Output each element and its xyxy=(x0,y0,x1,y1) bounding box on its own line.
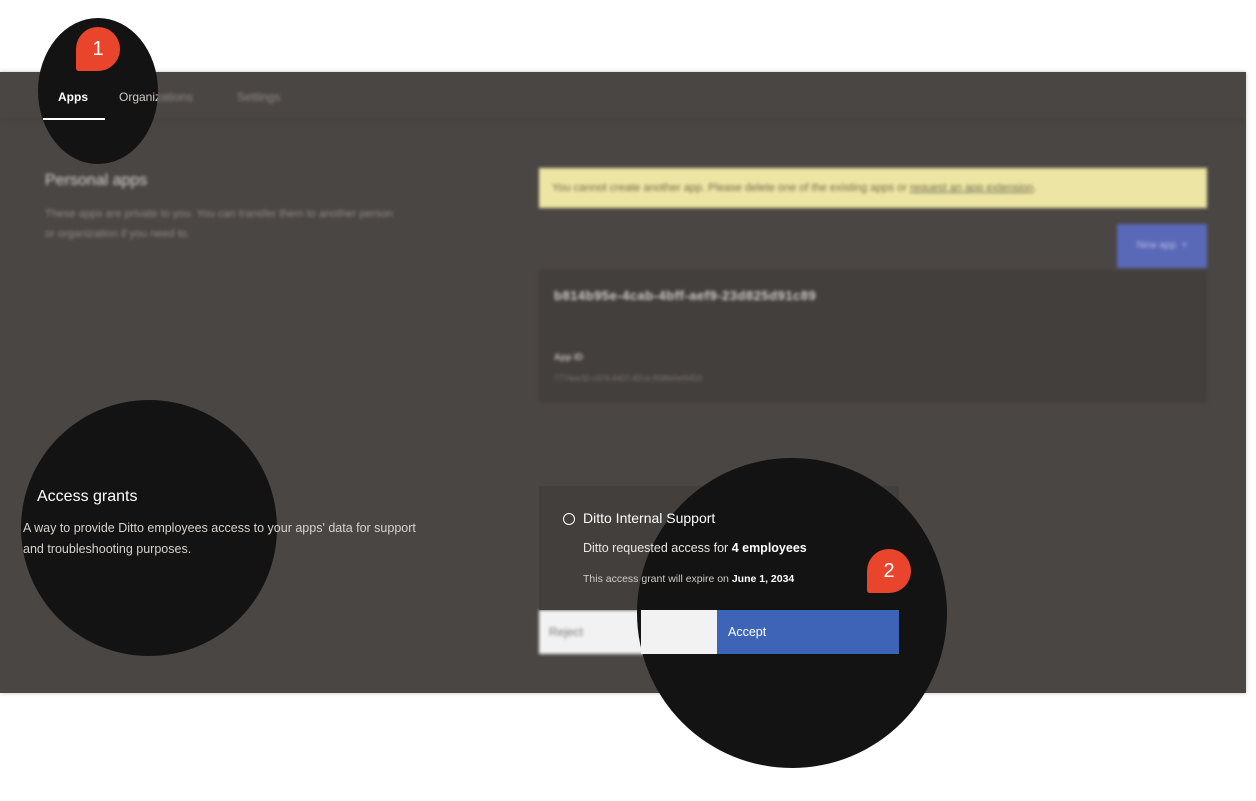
access-grants-title: Access grants xyxy=(37,488,138,505)
app-limit-warning: You cannot create another app. Please de… xyxy=(539,168,1207,208)
grant-requester: Ditto xyxy=(583,541,609,555)
grant-request: Ditto requested access for 4 employees xyxy=(583,541,807,555)
reject-label: Reject xyxy=(549,625,584,639)
app-name: b814b95e-4cab-4bff-aef9-23d825d91c89 xyxy=(554,288,817,303)
request-extension-link[interactable]: request an app extension xyxy=(910,182,1034,194)
tab-organizations-highlight[interactable]: Organizations xyxy=(119,90,158,104)
personal-apps-title: Personal apps xyxy=(45,172,148,189)
personal-apps-description: These apps are private to you. You can t… xyxy=(45,208,393,240)
warning-text: You cannot create another app. Please de… xyxy=(552,182,910,194)
accept-label: Accept xyxy=(728,625,767,639)
plus-icon: + xyxy=(1178,240,1188,251)
grant-request-text: requested access for xyxy=(608,541,732,555)
new-app-label: New app xyxy=(1136,240,1177,251)
warning-suffix: . xyxy=(1033,182,1037,194)
new-app-button[interactable]: New app + xyxy=(1117,224,1207,268)
tab-apps-highlight[interactable]: Apps xyxy=(58,90,88,104)
step-marker-2: 2 xyxy=(867,549,911,593)
grant-expiry-date: June 1, 2034 xyxy=(731,573,795,585)
grant-card-content: Ditto Internal Support Ditto requested a… xyxy=(539,486,899,610)
app-id-label: App ID xyxy=(554,352,583,362)
tab-settings[interactable]: Settings xyxy=(237,90,280,104)
access-grants-description: A way to provide Ditto employees access … xyxy=(23,521,416,556)
accept-button[interactable]: Accept xyxy=(717,610,899,654)
grant-employees: 4 employees xyxy=(731,541,807,555)
grant-expiry: This access grant will expire on June 1,… xyxy=(583,573,794,585)
grant-radio[interactable] xyxy=(563,513,575,525)
grant-expiry-text: This access grant will expire on xyxy=(583,573,732,585)
app-card[interactable]: b814b95e-4cab-4bff-aef9-23d825d91c89 App… xyxy=(539,270,1207,402)
reject-button-highlight[interactable] xyxy=(641,610,717,654)
active-tab-underline xyxy=(43,118,105,120)
grant-name: Ditto Internal Support xyxy=(583,510,716,526)
app-id-value: 7774ee32-c474-4407-82ca-958fe0ef4453 xyxy=(554,374,702,383)
step-marker-1: 1 xyxy=(76,27,120,71)
tutorial-screenshot: Apps Organizations Settings Personal app… xyxy=(0,0,1256,801)
top-nav: Apps Organizations Settings xyxy=(0,72,1246,121)
